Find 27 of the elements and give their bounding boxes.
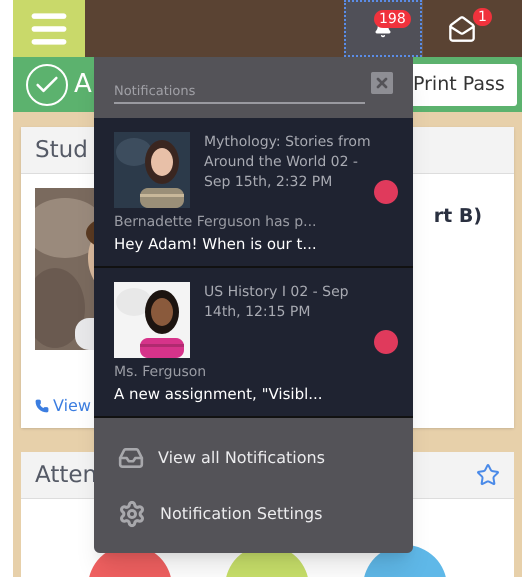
card-title: Atten [35, 460, 98, 490]
view-link[interactable]: View [53, 394, 91, 418]
notification-sender: Ms. Ferguson [114, 363, 208, 382]
menu-item[interactable]: Notification Settings [118, 498, 389, 530]
notification-title: Mythology: Stories from Around the World 02 - Sep 15th, 2:32 PM [204, 133, 372, 192]
envelope-icon [448, 14, 476, 42]
banner-text: A [74, 68, 92, 101]
inbox-icon [118, 445, 144, 471]
close-icon [374, 75, 390, 91]
star-icon[interactable] [476, 463, 500, 487]
notification-item[interactable]: US History I 02 - Sep 14th, 12:15 PM Ms. Ferguson A new assignment, "Visibl... [94, 268, 413, 418]
notification-title: US History I 02 - Sep 14th, 12:15 PM [204, 283, 350, 322]
notification-message: Hey Adam! When is our t... [114, 234, 318, 255]
notification-sender: Bernadette Ferguson has p... [114, 213, 318, 232]
menu-item[interactable]: View all Notifications [118, 442, 389, 474]
check-icon [26, 64, 68, 106]
notifications-button[interactable]: 198 [344, 0, 422, 57]
student-name: rt B) [434, 204, 482, 229]
count-badge: 1 [473, 8, 492, 26]
menu-button[interactable] [13, 0, 85, 57]
phone-icon [35, 399, 49, 413]
count-badge: 198 [374, 10, 411, 28]
settings-icon [118, 500, 146, 528]
search-field[interactable]: Notifications [114, 82, 365, 104]
notification-message: A new assignment, "Visibl... [114, 384, 324, 405]
close-button[interactable] [371, 72, 393, 94]
card-title: Stud [35, 136, 88, 165]
